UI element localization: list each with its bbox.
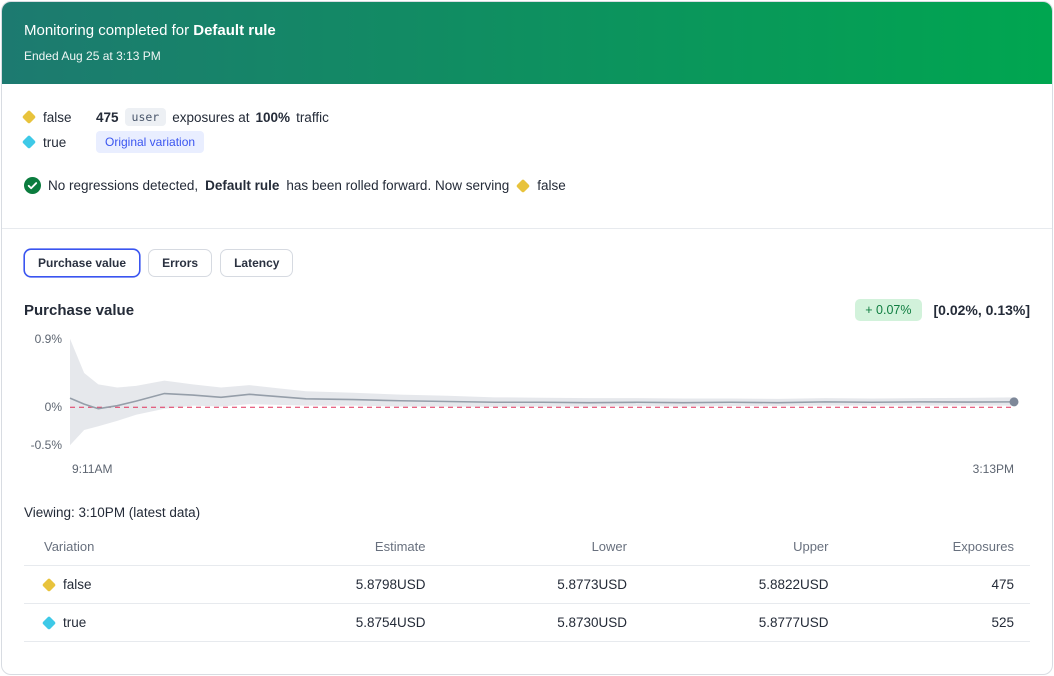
svg-text:9:11AM: 9:11AM xyxy=(72,462,112,476)
row-lower: 5.8730USD xyxy=(426,604,628,641)
result-text-1: No regressions detected, xyxy=(48,178,198,193)
variation-false-diamond-icon xyxy=(42,577,56,591)
row-exposures: 525 xyxy=(829,604,1031,641)
tab-purchase-value[interactable]: Purchase value xyxy=(24,249,140,277)
variation-true-diamond-icon xyxy=(22,135,36,149)
serving-variation-label: false xyxy=(537,178,566,193)
table-row: false 5.8798USD 5.8773USD 5.8822USD 475 xyxy=(24,566,1030,604)
banner-title: Monitoring completed for Default rule xyxy=(24,22,1030,39)
serving-variation-diamond-icon xyxy=(516,178,530,192)
unit-badge: user xyxy=(125,108,167,126)
check-circle-icon xyxy=(24,177,41,194)
col-header-upper: Upper xyxy=(627,528,829,565)
table-row: true 5.8754USD 5.8730USD 5.8777USD 525 xyxy=(24,604,1030,642)
viewing-status: Viewing: 3:10PM (latest data) xyxy=(2,479,1052,520)
exposure-count: 475 xyxy=(96,110,119,125)
metric-chart: 0.9% 0% -0.5% 9:11AM 3:13PM xyxy=(2,321,1052,479)
exposure-summary-text: 475 user exposures at 100% traffic xyxy=(96,108,329,126)
completion-banner: Monitoring completed for Default rule En… xyxy=(2,2,1052,84)
variation-false-diamond-icon xyxy=(22,110,36,124)
result-row: No regressions detected, Default rule ha… xyxy=(24,177,1030,228)
exposure-row-true: true Original variation xyxy=(24,131,1030,153)
row-estimate: 5.8798USD xyxy=(224,566,426,603)
row-upper: 5.8777USD xyxy=(627,604,829,641)
change-badge: + 0.07% xyxy=(855,299,921,321)
row-variation-cell: false xyxy=(24,566,224,603)
exposure-text-mid: exposures at xyxy=(172,110,249,125)
row-exposures: 475 xyxy=(829,566,1031,603)
row-estimate: 5.8754USD xyxy=(224,604,426,641)
metric-title: Purchase value xyxy=(24,302,134,319)
metric-tabs: Purchase value Errors Latency xyxy=(2,229,1052,277)
col-header-variation: Variation xyxy=(24,528,224,565)
result-rule-name: Default rule xyxy=(205,178,279,193)
tab-latency[interactable]: Latency xyxy=(220,249,293,277)
variation-true-diamond-icon xyxy=(42,615,56,629)
variation-false: false xyxy=(24,110,96,125)
banner-title-rule-name: Default rule xyxy=(193,22,276,39)
svg-text:0.9%: 0.9% xyxy=(35,332,63,346)
col-header-estimate: Estimate xyxy=(224,528,426,565)
traffic-percent: 100% xyxy=(256,110,291,125)
col-header-exposures: Exposures xyxy=(829,528,1031,565)
exposure-row-false: false 475 user exposures at 100% traffic xyxy=(24,106,1030,128)
results-table: Variation Estimate Lower Upper Exposures… xyxy=(24,528,1030,642)
variation-false-label: false xyxy=(43,110,72,125)
row-variation-label: true xyxy=(63,615,86,630)
tab-errors[interactable]: Errors xyxy=(148,249,212,277)
exposure-text-end: traffic xyxy=(296,110,329,125)
metric-stats: + 0.07% [0.02%, 0.13%] xyxy=(855,299,1030,321)
svg-text:3:13PM: 3:13PM xyxy=(973,462,1014,476)
result-text-2: has been rolled forward. Now serving xyxy=(286,178,509,193)
summary-section: false 475 user exposures at 100% traffic… xyxy=(2,84,1052,228)
variation-true: true xyxy=(24,135,96,150)
row-variation-cell: true xyxy=(24,604,224,641)
banner-title-prefix: Monitoring completed for xyxy=(24,22,193,39)
table-header-row: Variation Estimate Lower Upper Exposures xyxy=(24,528,1030,566)
svg-text:-0.5%: -0.5% xyxy=(31,438,63,452)
variation-true-label: true xyxy=(43,135,66,150)
monitoring-card: Monitoring completed for Default rule En… xyxy=(1,1,1053,675)
banner-subtitle: Ended Aug 25 at 3:13 PM xyxy=(24,49,1030,63)
row-upper: 5.8822USD xyxy=(627,566,829,603)
col-header-lower: Lower xyxy=(426,528,628,565)
confidence-interval: [0.02%, 0.13%] xyxy=(934,302,1031,318)
confidence-band-chart[interactable]: 0.9% 0% -0.5% 9:11AM 3:13PM xyxy=(24,327,1032,479)
original-variation-badge: Original variation xyxy=(96,131,204,153)
svg-text:0%: 0% xyxy=(45,400,63,414)
row-lower: 5.8773USD xyxy=(426,566,628,603)
metric-header: Purchase value + 0.07% [0.02%, 0.13%] xyxy=(2,277,1052,321)
row-variation-label: false xyxy=(63,577,92,592)
